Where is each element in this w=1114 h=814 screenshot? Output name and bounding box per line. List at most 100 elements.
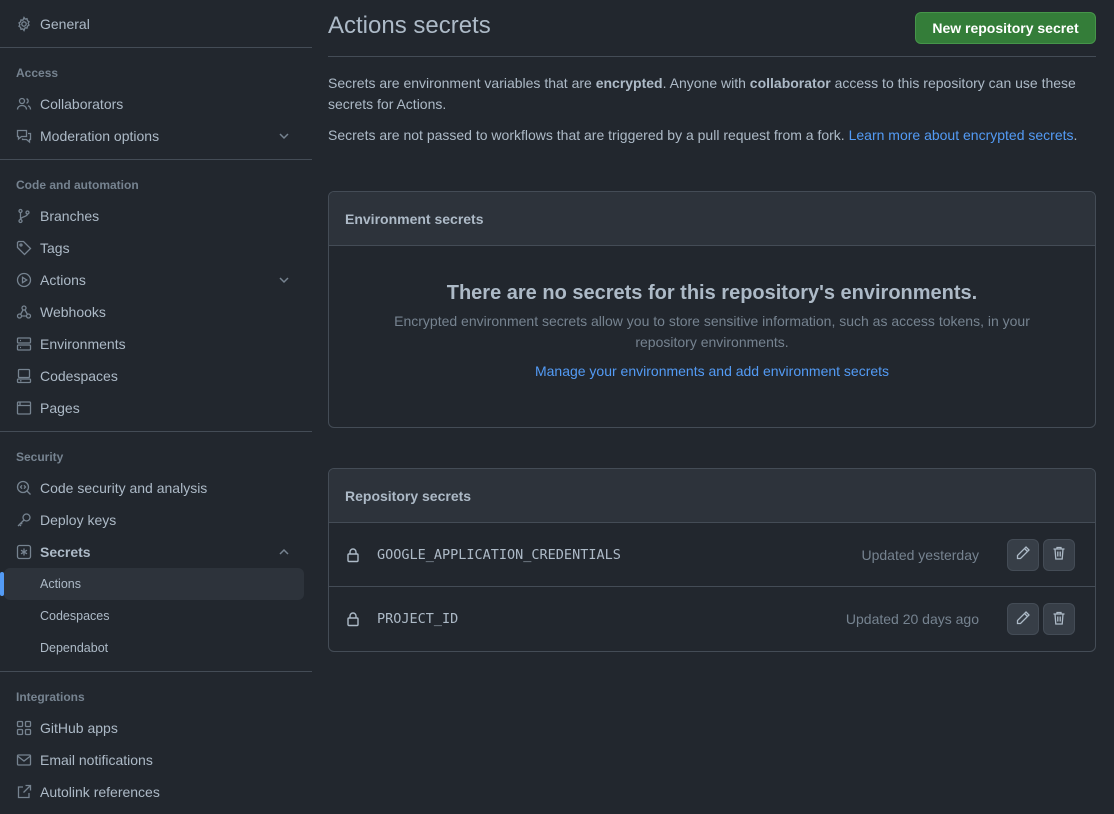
sidebar-item-code-security[interactable]: Code security and analysis <box>4 472 304 504</box>
intro-text: . Anyone with <box>662 75 750 91</box>
sidebar-item-label: Email notifications <box>40 752 153 768</box>
sidebar-item-label: Deploy keys <box>40 512 117 528</box>
sidebar-item-label: Secrets <box>40 544 91 560</box>
link-external-icon <box>16 784 32 800</box>
comment-discussion-icon <box>16 128 32 144</box>
pencil-icon <box>1015 545 1031 564</box>
gear-icon <box>16 16 32 32</box>
tag-icon <box>16 240 32 256</box>
sidebar-item-label: Tags <box>40 240 70 256</box>
environment-secrets-box: Environment secrets There are no secrets… <box>328 191 1096 428</box>
secret-name: PROJECT_ID <box>377 611 459 627</box>
sidebar-item-label: Autolink references <box>40 784 160 800</box>
settings-page: General Access Collaborators Moderation … <box>0 0 1114 814</box>
sidebar-item-actions[interactable]: Actions <box>4 264 304 296</box>
secret-name: GOOGLE_APPLICATION_CREDENTIALS <box>377 546 621 563</box>
webhook-icon <box>16 304 32 320</box>
chevron-down-icon[interactable] <box>276 128 292 144</box>
fork-note-paragraph: Secrets are not passed to workflows that… <box>328 125 1096 146</box>
codespaces-icon <box>16 368 32 384</box>
sidebar-item-secrets[interactable]: Secrets <box>4 536 304 568</box>
secret-updated: Updated 20 days ago <box>845 611 979 627</box>
sidebar-divider <box>0 431 312 432</box>
blank-slate: There are no secrets for this repository… <box>329 246 1095 379</box>
edit-secret-button[interactable] <box>1007 603 1039 635</box>
people-icon <box>16 96 32 112</box>
sidebar-item-codespaces[interactable]: Codespaces <box>4 360 304 392</box>
mail-icon <box>16 752 32 768</box>
fork-note-period: . <box>1073 127 1078 143</box>
learn-more-link[interactable]: Learn more about encrypted secrets <box>849 127 1074 143</box>
asterisk-icon <box>16 544 32 560</box>
trash-icon <box>1051 610 1067 629</box>
sidebar-item-label: Actions <box>40 272 86 288</box>
git-branch-icon <box>16 208 32 224</box>
sidebar-subitem-actions[interactable]: Actions <box>4 568 304 600</box>
sidebar-divider <box>0 47 312 48</box>
sidebar-divider <box>0 671 312 672</box>
sidebar-subitem-codespaces[interactable]: Codespaces <box>4 600 304 632</box>
sidebar-item-label: Codespaces <box>40 368 118 384</box>
settings-sidebar: General Access Collaborators Moderation … <box>0 0 312 814</box>
sidebar-subitem-dependabot[interactable]: Dependabot <box>4 632 304 664</box>
sidebar-item-autolink[interactable]: Autolink references <box>4 776 304 808</box>
environment-secrets-heading: Environment secrets <box>329 192 1095 246</box>
blank-slate-title: There are no secrets for this repository… <box>446 282 978 304</box>
intro-text: Secrets are environment variables that a… <box>328 75 596 91</box>
chevron-down-icon[interactable] <box>276 272 292 288</box>
manage-environments-link[interactable]: Manage your environments and add environ… <box>535 363 889 379</box>
sidebar-item-collaborators[interactable]: Collaborators <box>4 88 304 120</box>
title-divider <box>328 56 1096 57</box>
sidebar-item-environments[interactable]: Environments <box>4 328 304 360</box>
sidebar-item-deploy-keys[interactable]: Deploy keys <box>4 504 304 536</box>
sidebar-item-label: Branches <box>40 208 100 224</box>
new-repository-secret-button[interactable]: New repository secret <box>915 12 1096 44</box>
edit-secret-button[interactable] <box>1007 538 1039 571</box>
sidebar-item-general[interactable]: General <box>4 8 304 40</box>
page-title: Actions secrets <box>328 12 491 39</box>
lock-icon <box>345 547 361 563</box>
sidebar-item-email-notifications[interactable]: Email notifications <box>4 744 304 776</box>
fork-note-text: Secrets are not passed to workflows that… <box>328 127 849 143</box>
pencil-icon <box>1015 610 1031 629</box>
repository-secrets-heading: Repository secrets <box>329 469 1095 523</box>
codescan-icon <box>16 480 32 496</box>
sidebar-item-label: Environments <box>40 336 126 352</box>
lock-icon <box>345 611 361 627</box>
intro-paragraph: Secrets are environment variables that a… <box>328 73 1096 115</box>
sidebar-item-label: GitHub apps <box>40 720 118 736</box>
sidebar-item-pages[interactable]: Pages <box>4 392 304 424</box>
intro-emphasis-collaborator: collaborator <box>749 75 831 91</box>
delete-secret-button[interactable] <box>1043 603 1075 635</box>
blank-slate-text: Encrypted environment secrets allow you … <box>394 313 1030 350</box>
play-icon <box>16 272 32 288</box>
browser-icon <box>16 400 32 416</box>
delete-secret-button[interactable] <box>1043 538 1075 571</box>
section-heading-access: Access <box>16 66 59 80</box>
sidebar-item-label: Moderation options <box>40 128 160 144</box>
apps-icon <box>16 720 32 736</box>
sidebar-item-label: General <box>40 16 90 32</box>
sidebar-item-branches[interactable]: Branches <box>4 200 304 232</box>
sidebar-item-label: Code security and analysis <box>40 480 208 496</box>
section-heading-security: Security <box>16 450 64 464</box>
key-icon <box>16 512 32 528</box>
trash-icon <box>1051 545 1067 564</box>
intro-emphasis-encrypted: encrypted <box>595 75 663 91</box>
sidebar-divider <box>0 159 312 160</box>
sidebar-item-tags[interactable]: Tags <box>4 232 304 264</box>
secret-row: PROJECT_ID Updated 20 days ago <box>329 587 1095 651</box>
section-heading-code: Code and automation <box>16 178 139 192</box>
sidebar-item-label: Collaborators <box>40 96 124 112</box>
section-heading-integrations: Integrations <box>16 690 85 704</box>
secret-row: GOOGLE_APPLICATION_CREDENTIALS Updated y… <box>329 523 1095 587</box>
sidebar-item-label: Webhooks <box>40 304 106 320</box>
chevron-up-icon[interactable] <box>276 544 292 560</box>
server-icon <box>16 336 32 352</box>
sidebar-item-moderation[interactable]: Moderation options <box>4 120 304 152</box>
sidebar-item-label: Pages <box>40 400 80 416</box>
repository-secrets-box: Repository secrets GOOGLE_APPLICATION_CR… <box>328 468 1096 652</box>
sidebar-item-webhooks[interactable]: Webhooks <box>4 296 304 328</box>
sidebar-item-github-apps[interactable]: GitHub apps <box>4 712 304 744</box>
secret-updated: Updated yesterday <box>861 546 979 563</box>
